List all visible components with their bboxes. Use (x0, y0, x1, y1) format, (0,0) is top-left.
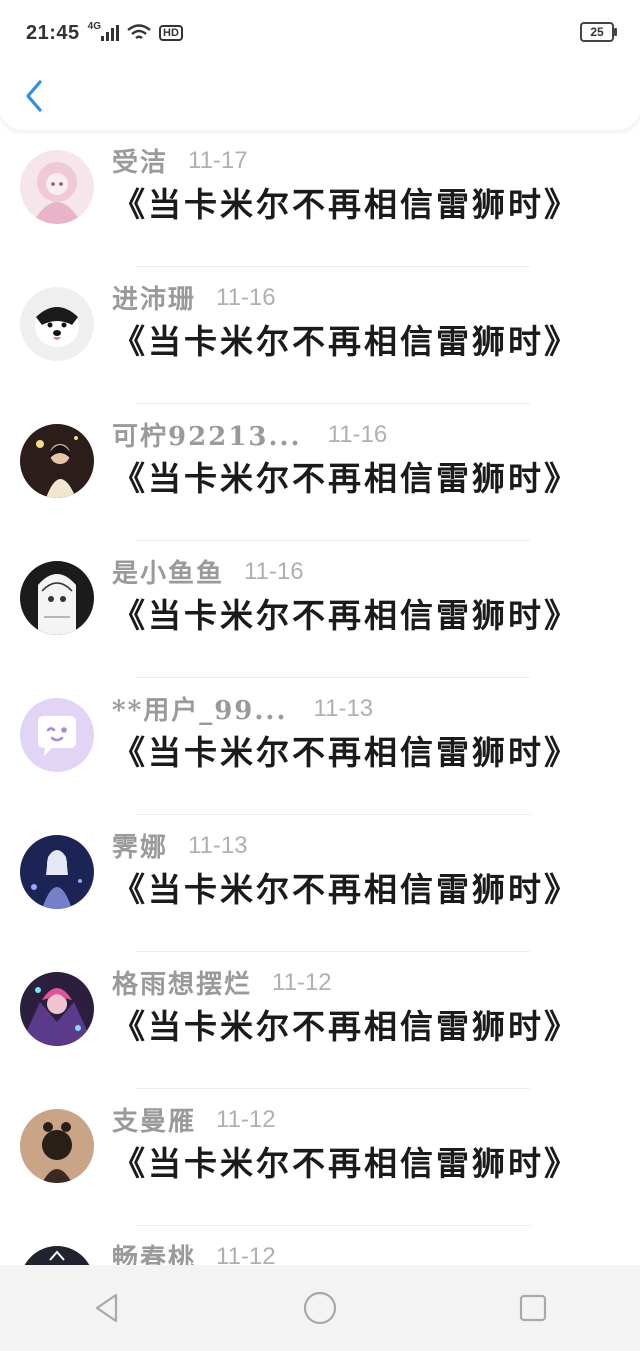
item-date: 11-12 (216, 1105, 276, 1133)
list-item[interactable]: **用户_99... 11-13 《当卡米尔不再相信雷狮时》 (0, 678, 640, 815)
avatar[interactable] (20, 698, 94, 772)
item-date: 11-16 (216, 283, 276, 311)
item-meta: 霁娜 11-13 (112, 827, 248, 864)
list-item[interactable]: 进沛珊 11-16 《当卡米尔不再相信雷狮时》 (0, 267, 640, 404)
list-item[interactable]: 可柠92213... 11-16 《当卡米尔不再相信雷狮时》 (0, 404, 640, 541)
item-meta: 受洁 11-17 (112, 142, 248, 179)
list-item[interactable]: 霁娜 11-13 《当卡米尔不再相信雷狮时》 (0, 815, 640, 952)
back-button[interactable] (20, 78, 50, 114)
user-name: 进沛珊 (112, 285, 197, 315)
list-item[interactable]: 支曼雁 11-12 《当卡米尔不再相信雷狮时》 (0, 1089, 640, 1226)
item-meta: 支曼雁 11-12 (112, 1101, 276, 1138)
story-title[interactable]: 《当卡米尔不再相信雷狮时》 (112, 315, 580, 363)
story-title[interactable]: 《当卡米尔不再相信雷狮时》 (112, 863, 580, 911)
item-date: 11-17 (188, 146, 248, 174)
nav-home-button[interactable] (290, 1278, 350, 1338)
square-recents-icon (520, 1294, 547, 1322)
item-date: 11-13 (313, 694, 374, 722)
avatar[interactable] (20, 287, 94, 361)
story-title[interactable]: 《当卡米尔不再相信雷狮时》 (112, 178, 580, 226)
wifi-icon (127, 24, 151, 39)
story-title[interactable]: 《当卡米尔不再相信雷狮时》 (112, 726, 580, 774)
story-title[interactable]: 《当卡米尔不再相信雷狮时》 (112, 589, 580, 637)
item-meta: 是小鱼鱼 11-16 (112, 553, 304, 590)
user-name: 支曼雁 (112, 1107, 197, 1137)
reader-list: 受洁 11-17 《当卡米尔不再相信雷狮时》 进沛珊 11-16 《当卡米尔不再… (0, 130, 640, 1265)
status-time: 21:45 (26, 21, 80, 44)
story-title[interactable]: 《当卡米尔不再相信雷狮时》 (112, 1000, 580, 1048)
nav-back-button[interactable] (77, 1278, 137, 1338)
battery-icon: 25 (580, 22, 617, 42)
item-meta: 格雨想摆烂 11-12 (112, 964, 332, 1001)
battery-level: 25 (590, 25, 604, 39)
avatar[interactable] (20, 1109, 94, 1183)
user-name: 是小鱼鱼 (112, 559, 225, 589)
item-date: 11-12 (216, 1242, 276, 1266)
story-title[interactable]: 《当卡米尔不再相信雷狮时》 (112, 1137, 580, 1185)
triangle-back-icon (95, 1293, 117, 1323)
list-item[interactable]: 格雨想摆烂 11-12 《当卡米尔不再相信雷狮时》 (0, 952, 640, 1089)
circle-home-icon (303, 1291, 337, 1325)
user-name: 可柠92213... (112, 422, 302, 452)
user-name: 畅春桃 (112, 1244, 197, 1265)
user-name: 受洁 (112, 148, 169, 178)
item-date: 11-16 (327, 420, 388, 448)
list-item[interactable]: 受洁 11-17 《当卡米尔不再相信雷狮时》 (0, 130, 640, 267)
item-meta: **用户_99... 11-13 (112, 690, 373, 727)
user-name: **用户_99... (112, 696, 288, 726)
item-meta: 可柠92213... 11-16 (112, 416, 387, 453)
item-meta: 畅春桃 11-12 (112, 1238, 276, 1266)
avatar[interactable] (20, 1246, 94, 1265)
signal-icon (101, 25, 119, 41)
avatar[interactable] (20, 424, 94, 498)
avatar[interactable] (20, 972, 94, 1046)
list-item[interactable]: 畅春桃 11-12 (0, 1226, 640, 1265)
status-bar: 21:45 4G HD (26, 18, 183, 48)
nav-recents-button[interactable] (503, 1278, 563, 1338)
user-name: 霁娜 (112, 833, 169, 863)
item-date: 11-12 (272, 968, 332, 996)
chevron-left-icon (26, 80, 42, 112)
avatar[interactable] (20, 150, 94, 224)
top-bar: 21:45 4G HD 25 (0, 0, 640, 130)
item-meta: 进沛珊 11-16 (112, 279, 276, 316)
user-name: 格雨想摆烂 (112, 970, 253, 1000)
hd-badge: HD (159, 25, 183, 41)
avatar[interactable] (20, 835, 94, 909)
item-date: 11-13 (188, 831, 248, 859)
item-date: 11-16 (244, 557, 304, 585)
story-title[interactable]: 《当卡米尔不再相信雷狮时》 (112, 452, 580, 500)
avatar[interactable] (20, 561, 94, 635)
system-nav-bar (0, 1265, 640, 1351)
list-item[interactable]: 是小鱼鱼 11-16 《当卡米尔不再相信雷狮时》 (0, 541, 640, 678)
network-label: 4G (87, 20, 101, 32)
